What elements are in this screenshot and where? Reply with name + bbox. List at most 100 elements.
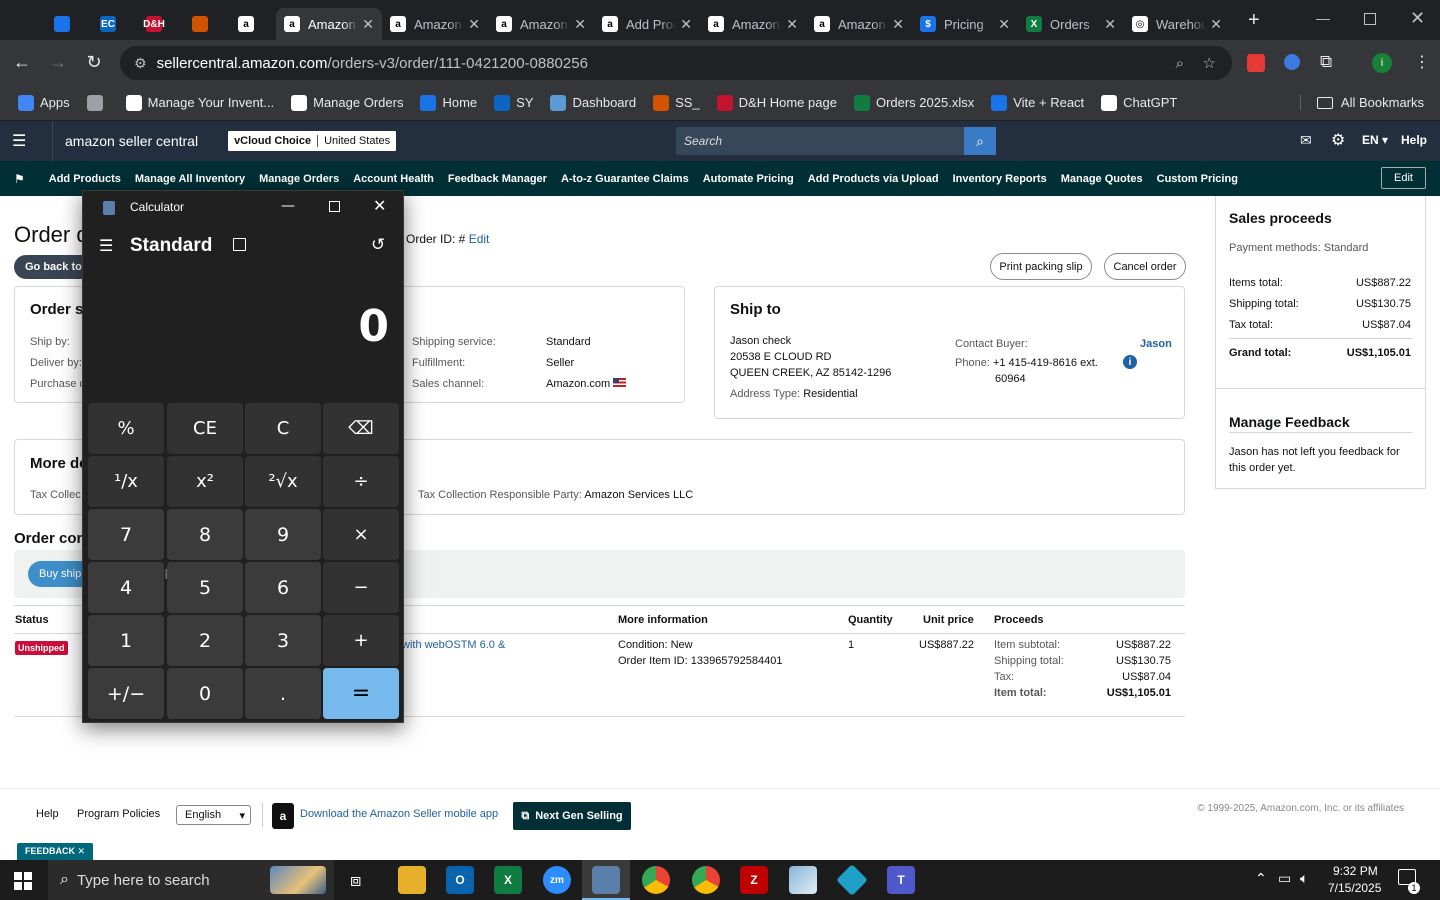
bookmark-item[interactable]: Dashboard xyxy=(550,94,636,111)
browser-tab[interactable]: $ Pricing ✕ xyxy=(912,8,1018,40)
filezilla-icon[interactable]: Z xyxy=(740,866,768,894)
seller-central-logo[interactable]: amazon seller central xyxy=(52,121,198,161)
calc-key[interactable]: ⌫ xyxy=(323,403,399,454)
excel-taskbar-icon[interactable]: X xyxy=(494,866,522,894)
taskbar-search-input[interactable]: Type here to search xyxy=(77,872,210,889)
nav-link[interactable]: A-to-z Guarantee Claims xyxy=(561,173,689,185)
bookmark-star-icon[interactable]: ☆ xyxy=(1203,54,1216,72)
tab-close-icon[interactable]: ✕ xyxy=(1104,16,1116,33)
calculator-taskbar-icon[interactable] xyxy=(592,866,620,894)
next-gen-selling-button[interactable]: ⧉ Next Gen Selling xyxy=(513,802,631,830)
taskbar-search[interactable]: ⌕ Type here to search xyxy=(48,860,334,900)
bookmark-item[interactable]: Apps xyxy=(18,94,70,111)
task-view-icon[interactable]: ⧈ xyxy=(350,870,361,891)
calc-key[interactable]: ÷ xyxy=(323,456,399,507)
calc-key[interactable]: = xyxy=(323,668,399,719)
tab-close-icon[interactable]: ✕ xyxy=(362,16,374,33)
bookmark-item[interactable]: Manage Orders xyxy=(291,94,403,111)
calc-key[interactable]: 5 xyxy=(167,562,243,613)
calc-key[interactable]: +/− xyxy=(88,668,164,719)
network-icon[interactable]: ▭ xyxy=(1278,870,1291,887)
calc-key[interactable]: 1 xyxy=(88,615,164,666)
hamburger-menu-icon[interactable]: ☰ xyxy=(12,131,42,151)
profile-avatar[interactable]: i xyxy=(1372,53,1392,73)
calc-key[interactable]: x² xyxy=(167,456,243,507)
bookmark-item[interactable]: SY xyxy=(494,94,533,111)
browser-tab[interactable]: a Amazon ✕ xyxy=(806,8,912,40)
reload-icon[interactable]: ↻ xyxy=(76,45,112,81)
nav-link[interactable]: Manage Quotes xyxy=(1061,173,1143,185)
nav-link[interactable]: Custom Pricing xyxy=(1157,173,1238,185)
calc-key[interactable]: 6 xyxy=(245,562,321,613)
system-tray-chevron-icon[interactable]: ⌃ xyxy=(1255,870,1267,887)
calc-key[interactable]: 0 xyxy=(167,668,243,719)
keep-on-top-icon[interactable] xyxy=(233,238,246,251)
seller-search[interactable]: Search ⌕ xyxy=(676,127,996,155)
chrome-profile-icon[interactable] xyxy=(692,866,720,894)
file-explorer-icon[interactable] xyxy=(398,866,426,894)
address-bar[interactable]: ⚙ sellercentral.amazon.com/orders-v3/ord… xyxy=(120,46,1232,80)
calc-key[interactable]: + xyxy=(323,615,399,666)
calc-key[interactable]: 2 xyxy=(167,615,243,666)
zoom-icon[interactable]: zm xyxy=(543,866,571,894)
bookmark-item[interactable]: ChatGPT xyxy=(1101,94,1177,111)
tab-close-icon[interactable]: ✕ xyxy=(1210,16,1222,33)
calc-key[interactable]: − xyxy=(323,562,399,613)
nav-link[interactable]: Manage All Inventory xyxy=(135,173,245,185)
language-select[interactable]: English ▾ xyxy=(176,805,251,825)
close-feedback-icon[interactable]: ✕ xyxy=(78,846,86,856)
calc-key[interactable]: . xyxy=(245,668,321,719)
contact-buyer-link[interactable]: Jason xyxy=(1140,338,1172,350)
search-input[interactable]: Search xyxy=(684,134,964,148)
footer-help-link[interactable]: Help xyxy=(36,808,59,820)
feedback-tab[interactable]: FEEDBACK ✕ xyxy=(17,843,94,861)
site-info-icon[interactable]: ⚙ xyxy=(134,55,147,72)
tab-close-icon[interactable]: ✕ xyxy=(680,16,692,33)
nav-edit-button[interactable]: Edit xyxy=(1381,167,1426,189)
calc-key[interactable]: ²√x xyxy=(245,456,321,507)
browser-tab[interactable]: EC xyxy=(92,8,138,40)
calc-key[interactable]: × xyxy=(323,509,399,560)
close-window-icon[interactable]: ✕ xyxy=(1410,8,1425,29)
tab-close-icon[interactable]: ✕ xyxy=(468,16,480,33)
tab-close-icon[interactable]: ✕ xyxy=(786,16,798,33)
extension-pdf-icon[interactable] xyxy=(1247,54,1265,72)
footer-policies-link[interactable]: Program Policies xyxy=(77,808,160,820)
teams-icon[interactable]: T xyxy=(887,866,915,894)
clock-date[interactable]: 7/15/2025 xyxy=(1328,881,1381,895)
info-icon[interactable]: i xyxy=(1123,355,1137,369)
nav-link[interactable]: Feedback Manager xyxy=(448,173,547,185)
calc-close-icon[interactable]: ✕ xyxy=(373,196,386,215)
tab-close-icon[interactable]: ✕ xyxy=(892,16,904,33)
restore-icon[interactable] xyxy=(1364,13,1376,25)
browser-menu-icon[interactable]: ⋮ xyxy=(1414,52,1430,72)
calc-key[interactable]: 8 xyxy=(167,509,243,560)
calc-minimize-icon[interactable]: — xyxy=(281,198,295,214)
account-switcher[interactable]: vCloud Choice United States xyxy=(228,131,397,151)
nav-link[interactable]: Automate Pricing xyxy=(703,173,794,185)
bookmark-item[interactable]: D&H Home page xyxy=(716,94,837,111)
browser-tab[interactable]: ◎ Warehouse✕ xyxy=(1124,8,1230,40)
volume-icon[interactable]: 🔈︎ xyxy=(1300,870,1308,887)
minimize-icon[interactable]: — xyxy=(1316,10,1330,26)
browser-tab[interactable]: a Add Products✕ xyxy=(594,8,700,40)
calc-maximize-icon[interactable] xyxy=(329,201,340,212)
bookmark-item[interactable]: Manage Your Invent... xyxy=(125,94,274,111)
calc-menu-icon[interactable]: ☰ xyxy=(99,236,113,255)
bookmark-flag-icon[interactable]: ⚑ xyxy=(14,172,25,186)
forward-icon[interactable]: → xyxy=(40,45,76,81)
bookmark-item[interactable]: Vite + React xyxy=(991,94,1084,111)
browser-tab[interactable]: a Amazon ✕ xyxy=(700,8,806,40)
nav-link[interactable]: Manage Orders xyxy=(259,173,339,185)
back-icon[interactable]: ← xyxy=(4,45,40,81)
cancel-order-button[interactable]: Cancel order xyxy=(1104,253,1186,280)
calc-key[interactable]: 4 xyxy=(88,562,164,613)
mail-icon[interactable]: ✉ xyxy=(1300,132,1312,149)
mobile-app-link[interactable]: Download the Amazon Seller mobile app xyxy=(300,808,498,820)
bookmark-item[interactable]: Home xyxy=(420,94,477,111)
order-id-edit-link[interactable]: Edit xyxy=(469,232,490,246)
new-tab-button[interactable]: + xyxy=(1248,9,1260,32)
bookmark-item[interactable] xyxy=(86,94,109,111)
bookmark-item[interactable]: SS_ xyxy=(653,94,700,111)
product-link[interactable]: with webOSTM 6.0 & xyxy=(402,639,505,651)
